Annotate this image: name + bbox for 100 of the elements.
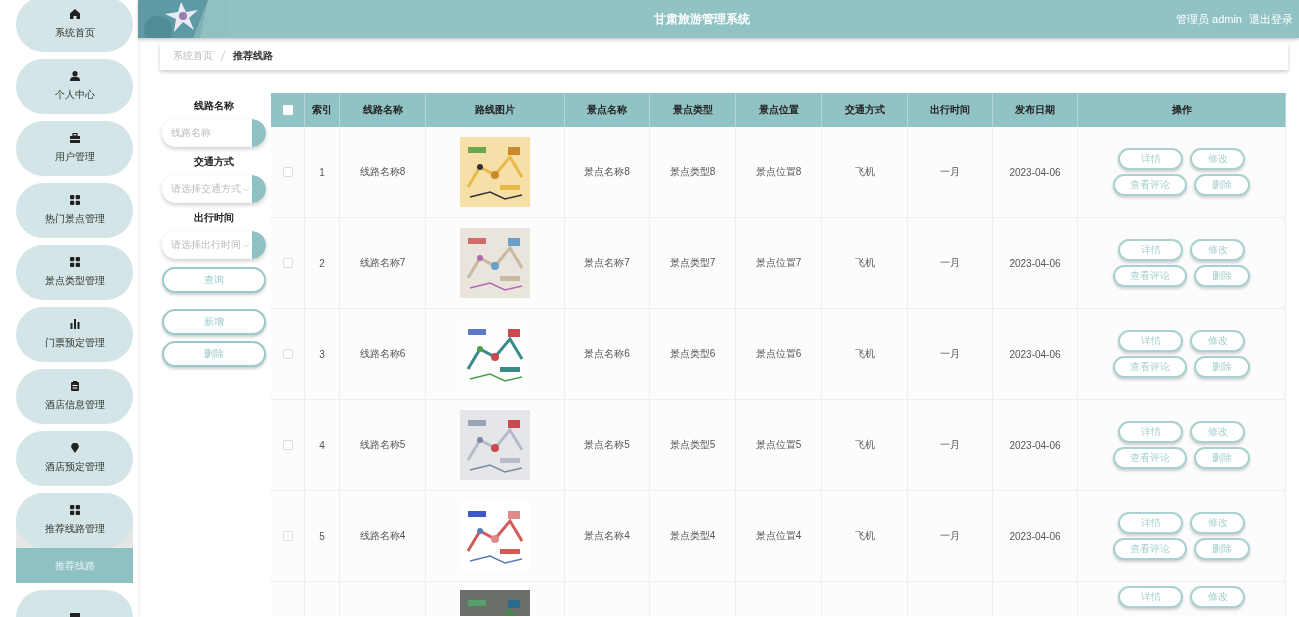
checkbox[interactable]: [282, 349, 293, 359]
sidebar-item[interactable]: 推荐线路管理: [16, 493, 133, 548]
sidebar-item[interactable]: 门票预定管理: [16, 307, 133, 362]
table-cell: 景点名称6: [565, 309, 650, 400]
table-cell: 线路名称6: [340, 309, 426, 400]
table-cell: 一月: [908, 400, 993, 491]
table-cell: 一月: [908, 218, 993, 309]
table-cell: 景点类型8: [650, 127, 736, 218]
table-cell: 一月: [908, 491, 993, 582]
details-button[interactable]: 详情: [1118, 586, 1183, 608]
table-cell: 2023-04-06: [993, 491, 1078, 582]
sidebar-item[interactable]: 个人中心: [16, 59, 133, 114]
app-title: 甘肃旅游管理系统: [653, 10, 751, 28]
delete-button[interactable]: 删除: [1194, 265, 1250, 287]
table-cell: 景点名称8: [565, 127, 650, 218]
delete-button[interactable]: 删除: [1194, 447, 1250, 469]
table-cell: 5: [305, 491, 340, 582]
table-cell: 景点位置7: [736, 218, 822, 309]
text-field[interactable]: 线路名称: [162, 119, 266, 147]
details-button[interactable]: 详情: [1118, 148, 1183, 170]
sidebar-item[interactable]: 热门景点管理: [16, 183, 133, 238]
separator-icon: [220, 50, 226, 62]
search-button[interactable]: 查询: [162, 267, 266, 293]
details-button[interactable]: 详情: [1118, 512, 1183, 534]
edit-button[interactable]: 修改: [1190, 239, 1245, 261]
briefcase-icon: [69, 133, 80, 143]
column-header: 发布日期: [993, 93, 1078, 127]
column-header: 路线图片: [426, 93, 565, 127]
comments-button[interactable]: 查看评论: [1113, 174, 1187, 196]
comments-button[interactable]: 查看评论: [1113, 447, 1187, 469]
comments-button[interactable]: 查看评论: [1113, 356, 1187, 378]
edit-button[interactable]: 修改: [1190, 586, 1245, 608]
edit-button[interactable]: 修改: [1190, 148, 1245, 170]
column-header: 交通方式: [822, 93, 908, 127]
field-label: 交通方式: [194, 155, 234, 169]
column-header: 操作: [1078, 93, 1286, 127]
table-cell: 景点类型7: [650, 218, 736, 309]
add-button[interactable]: 新增: [162, 309, 266, 335]
table-cell: 景点位置6: [736, 309, 822, 400]
person-icon: [69, 71, 80, 81]
table-cell: 景点名称4: [565, 491, 650, 582]
checkbox[interactable]: [282, 440, 293, 450]
table-cell: 4: [305, 400, 340, 491]
table-cell: 线路名称8: [340, 127, 426, 218]
grid-icon: [69, 257, 80, 267]
checkbox[interactable]: [282, 531, 293, 541]
checkbox[interactable]: [282, 167, 293, 177]
table-cell: 飞机: [822, 400, 908, 491]
clipboard-icon: [69, 381, 80, 391]
table-cell: 飞机: [822, 491, 908, 582]
grid-icon: [69, 505, 80, 515]
breadcrumb-item: 推荐线路: [233, 49, 273, 63]
map-pin-icon: [69, 443, 80, 453]
comments-button[interactable]: 查看评论: [1113, 538, 1187, 560]
dropdown-field[interactable]: 请选择出行时间: [162, 231, 266, 259]
details-button[interactable]: 详情: [1118, 239, 1183, 261]
table-cell: 景点位置8: [736, 127, 822, 218]
edit-button[interactable]: 修改: [1190, 512, 1245, 534]
column-header: 出行时间: [908, 93, 993, 127]
submenu-item[interactable]: 推荐线路: [16, 548, 133, 583]
table-cell: 线路名称5: [340, 400, 426, 491]
logout-link[interactable]: 退出登录: [1249, 11, 1293, 27]
checkbox[interactable]: [282, 105, 293, 115]
checkbox[interactable]: [282, 258, 293, 268]
breadcrumb-item[interactable]: 系统首页: [173, 49, 213, 63]
home-icon: [69, 9, 80, 19]
grid-icon: [69, 195, 80, 205]
sidebar-item[interactable]: 景点类型管理: [16, 245, 133, 300]
field-label: 线路名称: [194, 99, 234, 113]
sidebar-item[interactable]: 酒店预定管理: [16, 431, 133, 486]
column-header: 景点名称: [565, 93, 650, 127]
details-button[interactable]: 详情: [1118, 330, 1183, 352]
delete-button[interactable]: 删除: [162, 341, 266, 367]
table-cell: 一月: [908, 127, 993, 218]
edit-button[interactable]: 修改: [1190, 421, 1245, 443]
table-cell: 景点类型4: [650, 491, 736, 582]
delete-button[interactable]: 删除: [1194, 356, 1250, 378]
details-button[interactable]: 详情: [1118, 421, 1183, 443]
comments-button[interactable]: 查看评论: [1113, 265, 1187, 287]
table-cell: 景点位置4: [736, 491, 822, 582]
delete-button[interactable]: 删除: [1194, 538, 1250, 560]
table-cell: 景点位置5: [736, 400, 822, 491]
table-cell: 线路名称4: [340, 491, 426, 582]
user-name: 管理员 admin: [1175, 11, 1242, 27]
table-cell: 景点名称7: [565, 218, 650, 309]
sidebar-item[interactable]: 系统首页: [16, 0, 133, 52]
column-header: 景点类型: [650, 93, 736, 127]
edit-button[interactable]: 修改: [1190, 330, 1245, 352]
sidebar-item[interactable]: 酒店信息管理: [16, 369, 133, 424]
table-cell: 线路名称7: [340, 218, 426, 309]
table-cell: 2023-04-06: [993, 309, 1078, 400]
table-cell: 景点类型6: [650, 309, 736, 400]
table-cell: 一月: [908, 309, 993, 400]
bar-chart-icon: [69, 319, 80, 329]
table-cell: 2023-04-06: [993, 218, 1078, 309]
delete-button[interactable]: 删除: [1194, 174, 1250, 196]
chevron-down-icon: [242, 242, 250, 248]
table-cell: 3: [305, 309, 340, 400]
table-cell: 飞机: [822, 127, 908, 218]
sidebar-item[interactable]: 用户管理: [16, 121, 133, 176]
